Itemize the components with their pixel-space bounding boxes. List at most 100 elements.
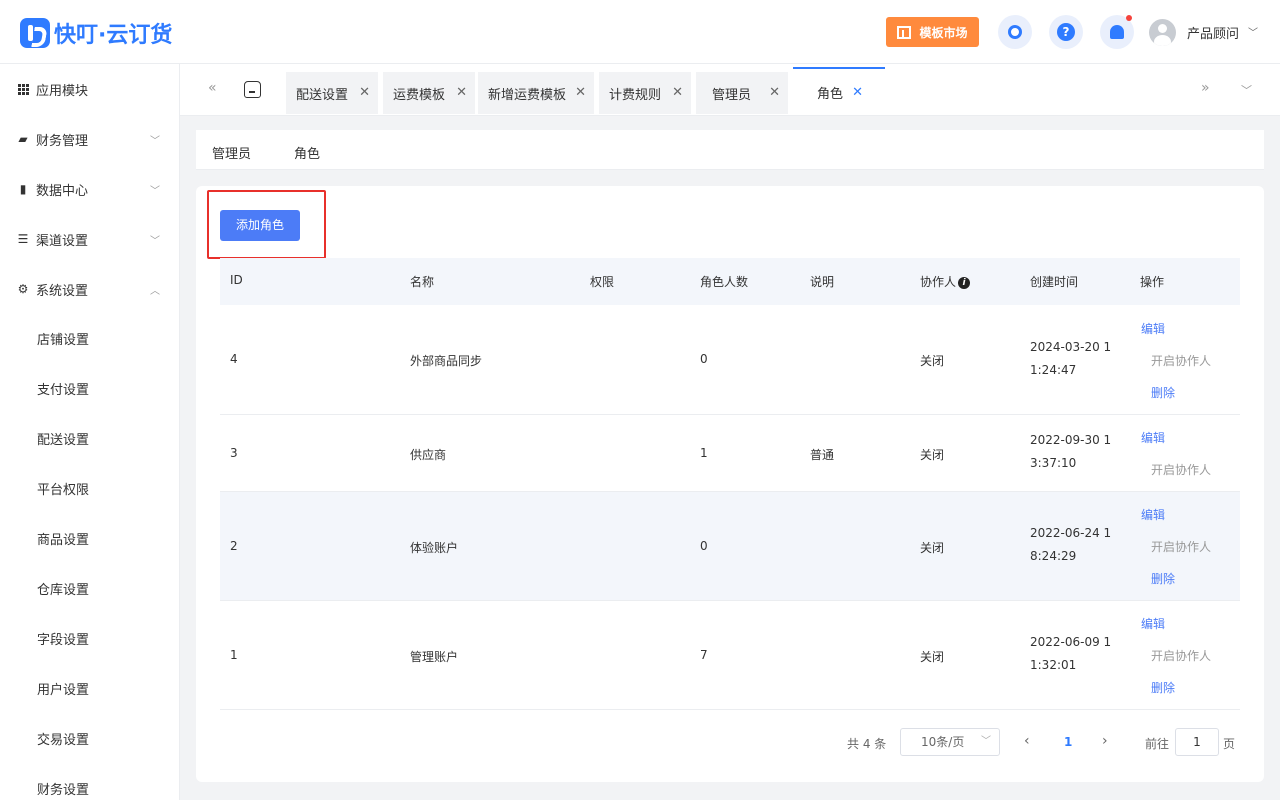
delete-link[interactable]: 删除 bbox=[1151, 679, 1175, 696]
sidebar-item-data-center[interactable]: ▮ 数据中心 ﹀ bbox=[0, 164, 180, 214]
close-icon[interactable]: ✕ bbox=[769, 85, 780, 100]
enable-collaborator-link[interactable]: 开启协作人 bbox=[1151, 647, 1211, 664]
tab-label: 运费模板 bbox=[393, 87, 446, 103]
edit-link[interactable]: 编辑 bbox=[1141, 320, 1165, 337]
tab-new-freight-template[interactable]: 新增运费模板 ✕ bbox=[478, 72, 594, 114]
enable-collaborator-link[interactable]: 开启协作人 bbox=[1151, 461, 1211, 478]
chevron-down-icon: ﹀ bbox=[150, 185, 160, 197]
current-page[interactable]: 1 bbox=[1064, 735, 1072, 749]
wallet-icon: ▰ bbox=[18, 132, 28, 146]
close-icon[interactable]: ✕ bbox=[359, 85, 370, 100]
table-header: ID 名称 权限 角色人数 说明 协作人 i 创建时间 操作 bbox=[220, 258, 1240, 305]
tab-delivery-settings[interactable]: 配送设置 ✕ bbox=[286, 72, 378, 114]
edit-link[interactable]: 编辑 bbox=[1141, 615, 1165, 632]
help-icon[interactable]: ? bbox=[1049, 15, 1083, 49]
cell-id: 4 bbox=[230, 352, 238, 366]
column-header: 名称 bbox=[410, 275, 435, 289]
sidebar-subitem[interactable]: 商品设置 bbox=[0, 513, 180, 563]
edit-link[interactable]: 编辑 bbox=[1141, 429, 1165, 446]
page-unit-label: 页 bbox=[1223, 737, 1236, 751]
tab-billing-rules[interactable]: 计费规则 ✕ bbox=[599, 72, 691, 114]
cell-count: 0 bbox=[700, 352, 708, 366]
chevron-down-icon: ﹀ bbox=[150, 135, 160, 147]
sidebar-subitem[interactable]: 平台权限 bbox=[0, 463, 180, 513]
delete-link[interactable]: 删除 bbox=[1151, 384, 1175, 401]
customer-service-icon[interactable] bbox=[998, 15, 1032, 49]
cell-collaborator: 关闭 bbox=[920, 354, 945, 368]
table-row: 4 外部商品同步 0 关闭 2024-03-20 11:24:47 编辑 开启协… bbox=[220, 305, 1240, 415]
table-row: 1 管理账户 7 关闭 2022-06-09 11:32:01 编辑 开启协作人… bbox=[220, 601, 1240, 710]
scroll-right-icon[interactable]: » bbox=[1201, 80, 1210, 96]
cell-count: 7 bbox=[700, 648, 708, 662]
cell-created: 2022-09-30 13:37:10 bbox=[1030, 433, 1112, 470]
home-icon[interactable] bbox=[244, 81, 261, 98]
info-icon[interactable]: i bbox=[958, 277, 971, 289]
sidebar-item-system[interactable]: ⚙ 系统设置 ︿ bbox=[0, 264, 180, 314]
sidebar-subitem[interactable]: 交易设置 bbox=[0, 713, 180, 763]
cell-count: 0 bbox=[700, 539, 708, 553]
avatar[interactable] bbox=[1149, 19, 1176, 46]
next-page-icon[interactable]: › bbox=[1102, 733, 1108, 749]
close-icon[interactable]: ✕ bbox=[852, 85, 863, 100]
cell-id: 2 bbox=[230, 539, 238, 553]
enable-collaborator-link[interactable]: 开启协作人 bbox=[1151, 352, 1211, 369]
goto-page-input[interactable]: 1 bbox=[1175, 728, 1219, 756]
column-header: 操作 bbox=[1140, 275, 1165, 289]
cell-name: 管理账户 bbox=[410, 650, 459, 664]
edit-link[interactable]: 编辑 bbox=[1141, 506, 1165, 523]
chevron-down-icon[interactable]: ﹀ bbox=[1241, 82, 1252, 98]
cell-count: 1 bbox=[700, 446, 708, 460]
tab-bar: « 配送设置 ✕ 运费模板 ✕ 新增运费模板 ✕ 计费规则 ✕ 管理员 ✕ 角色 ✕ » ﹀ bbox=[180, 64, 1280, 116]
sidebar-item-app-modules[interactable]: 应用模块 bbox=[0, 64, 180, 114]
sidebar-subitem[interactable]: 仓库设置 bbox=[0, 563, 180, 613]
delete-link[interactable]: 删除 bbox=[1151, 570, 1175, 587]
sidebar-subitem[interactable]: 店铺设置 bbox=[0, 313, 180, 363]
column-header: ID bbox=[230, 273, 243, 287]
tab-admins[interactable]: 管理员 ✕ bbox=[696, 72, 788, 114]
goto-label: 前往 bbox=[1145, 737, 1170, 751]
subtab-roles[interactable]: 角色 bbox=[294, 143, 320, 162]
cell-created: 2022-06-09 11:32:01 bbox=[1030, 635, 1112, 672]
sidebar-subitem[interactable]: 财务设置 bbox=[0, 763, 180, 800]
tab-label: 新增运费模板 bbox=[488, 87, 567, 103]
add-role-button[interactable]: 添加角色 bbox=[220, 210, 300, 241]
close-icon[interactable]: ✕ bbox=[456, 85, 467, 100]
sidebar-subitem[interactable]: 支付设置 bbox=[0, 363, 180, 413]
sidebar-subitem[interactable]: 用户设置 bbox=[0, 663, 180, 713]
table-row: 3 供应商 1 普通 关闭 2022-09-30 13:37:10 编辑 开启协… bbox=[220, 415, 1240, 492]
bar-chart-icon: ▮ bbox=[19, 182, 27, 196]
chevron-down-icon[interactable]: ﹀ bbox=[1248, 24, 1258, 39]
tab-roles[interactable]: 角色 ✕ bbox=[793, 67, 885, 115]
sidebar-subitem[interactable]: 配送设置 bbox=[0, 413, 180, 463]
sidebar-item-finance[interactable]: ▰ 财务管理 ﹀ bbox=[0, 114, 180, 164]
close-icon[interactable]: ✕ bbox=[575, 85, 586, 100]
chevron-down-icon: ﹀ bbox=[981, 736, 991, 747]
cell-name: 体验账户 bbox=[410, 541, 459, 555]
sidebar-subitem[interactable]: 字段设置 bbox=[0, 613, 180, 663]
tab-label: 管理员 bbox=[712, 87, 752, 103]
prev-page-icon[interactable]: ‹ bbox=[1024, 733, 1030, 749]
tab-label: 配送设置 bbox=[296, 87, 349, 103]
sidebar-item-channel[interactable]: ☰ 渠道设置 ﹀ bbox=[0, 214, 180, 264]
scroll-left-icon[interactable]: « bbox=[208, 80, 217, 96]
close-icon[interactable]: ✕ bbox=[672, 85, 683, 100]
subtab-admins[interactable]: 管理员 bbox=[212, 143, 251, 162]
tab-freight-template[interactable]: 运费模板 ✕ bbox=[383, 72, 475, 114]
user-name[interactable]: 产品顾问 bbox=[1187, 23, 1239, 42]
page-size-select[interactable]: 10条/页 ﹀ bbox=[900, 728, 1000, 756]
template-icon bbox=[897, 25, 912, 39]
sidebar-item-label: 渠道设置 bbox=[36, 233, 89, 249]
cell-collaborator: 关闭 bbox=[920, 541, 945, 555]
sidebar: 应用模块 ▰ 财务管理 ﹀ ▮ 数据中心 ﹀ ☰ 渠道设置 ﹀ ⚙ 系统设置 ︿… bbox=[0, 64, 180, 800]
template-market-button[interactable]: 模板市场 bbox=[886, 17, 979, 47]
chevron-up-icon: ︿ bbox=[150, 285, 160, 297]
brand-logo[interactable]: 快叮·云订货 bbox=[20, 17, 172, 49]
sub-tabs: 管理员 角色 bbox=[196, 130, 1264, 170]
column-header: 创建时间 bbox=[1030, 275, 1079, 289]
sidebar-item-label: 数据中心 bbox=[36, 183, 89, 199]
cell-description: 普通 bbox=[810, 448, 835, 462]
list-icon: ☰ bbox=[17, 232, 29, 246]
bell-icon[interactable] bbox=[1100, 15, 1134, 49]
enable-collaborator-link[interactable]: 开启协作人 bbox=[1151, 538, 1211, 555]
cell-id: 3 bbox=[230, 446, 238, 460]
